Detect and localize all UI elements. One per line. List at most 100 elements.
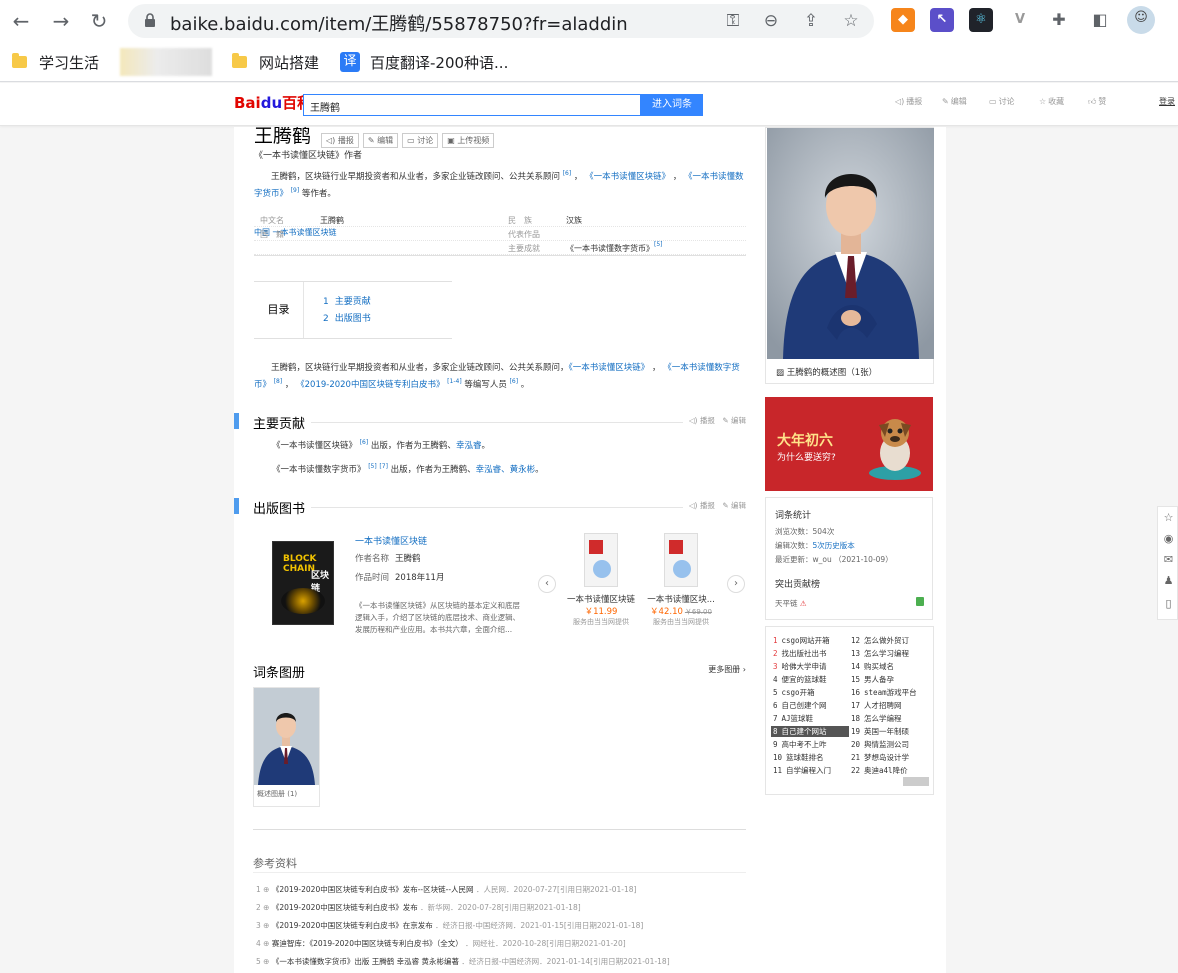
author-link-xing[interactable]: 幸泓睿 [456,441,482,451]
ref-item[interactable]: 1 ⊕ 《2019-2020中国区块链专利白皮书》发布--区块链--人民网 ．人… [256,884,636,895]
hot-item[interactable]: 21 梦想岛设计学 [851,752,909,763]
hot-item[interactable]: 5 csgo开箱 [773,687,815,698]
search-input[interactable]: 王腾鹤 [303,94,641,116]
bookmark-folder-website[interactable]: 网站搭建 [232,50,319,74]
hot-item[interactable]: 16 steam游戏平台 [851,687,917,698]
vue-extension-icon[interactable]: V [1008,8,1032,32]
search-button[interactable]: 进入词条 [641,94,703,116]
login-link[interactable]: 登录 [1159,96,1175,107]
subtitle: 《一本书读懂区块链》作者 [254,151,363,161]
extension-cursor-icon[interactable]: ↖ [930,8,954,32]
ref-item[interactable]: 3 ⊕ 《2019-2020中国区块链专利白皮书》在京发布 ．经济日报-中国经济… [256,920,643,931]
ref-item[interactable]: 4 ⊕ 赛迪智库：《2019-2020中国区块链专利白皮书》（全文） ．网经社．… [256,938,626,949]
album-card[interactable]: 概述图册 (1) [253,687,320,807]
history-link[interactable]: 5次历史版本 [813,541,855,550]
summary-link-blockchain[interactable]: 《一本书读懂区块链》 [585,172,670,182]
section-edit-button[interactable]: ✎ 编辑 [722,416,746,425]
carousel-prev-button[interactable]: ‹ [538,575,556,593]
hot-search-list: 1 csgo网站开箱 2 找出版社出书 3 哈佛大学申请 4 便宜的篮球鞋 5 csgo开… [765,626,934,795]
bookmark-star-icon[interactable]: ☆ [840,10,862,32]
hot-item[interactable]: 3 哈佛大学申请 [773,661,827,672]
title-discuss-button[interactable]: ▭ 讨论 [402,133,439,148]
title-upload-video-button[interactable]: ▣ 上传视频 [442,133,495,148]
hot-item[interactable]: 15 男人备孕 [851,674,894,685]
key-icon[interactable]: ⚿ [722,10,744,32]
section-play-button[interactable]: ◁) 播报 [689,501,715,510]
address-bar[interactable]: baike.baidu.com/item/王腾鹤/55878750?fr=ala… [128,4,874,38]
hot-item[interactable]: 9 高中考不上咋 [773,739,827,750]
blurred-bookmark[interactable] [120,48,212,76]
hot-item[interactable]: 10 篮球鞋排名 [773,752,824,763]
carousel-next-button[interactable]: › [727,575,745,593]
section-edit-button[interactable]: ✎ 编辑 [722,501,746,510]
album-more-link[interactable]: 更多图册 › [708,664,746,675]
wechat-icon[interactable]: ✉ [1162,553,1175,566]
profile-avatar[interactable]: ☺ [1127,6,1155,34]
extensions-puzzle-icon[interactable]: ✚ [1047,8,1071,32]
album-photo [254,688,319,785]
hot-item[interactable]: 20 舆情监测公司 [851,739,909,750]
ad-banner[interactable]: 大年初六 为什么要送穷? [765,397,933,491]
play-action[interactable]: ◁) 播报 [895,96,922,107]
hot-item[interactable]: 4 便宜的篮球鞋 [773,674,827,685]
summary-photo-card[interactable]: ▨ 王腾鹤的概述图（1张） [765,127,934,384]
section-play-button[interactable]: ◁) 播报 [689,416,715,425]
browser-toolbar: ← → ↻ baike.baidu.com/item/王腾鹤/55878750?… [0,0,1178,42]
refs-title: 参考资料 [253,857,297,870]
toc-item-contributions[interactable]: 1 主要贡献 [323,294,371,307]
gallery-icon: ▨ [776,368,785,378]
favorite-action[interactable]: ☆ 收藏 [1039,96,1064,107]
bookmark-folder-study[interactable]: 学习生活 [12,50,99,74]
book-title-link[interactable]: 一本书读懂区块链 [355,534,427,547]
title-edit-button[interactable]: ✎ 编辑 [362,133,399,148]
hot-item[interactable]: 6 自己创建个网 [773,700,827,711]
mobile-icon[interactable]: ▯ [1162,597,1175,610]
weibo-icon[interactable]: ◉ [1162,532,1175,545]
discuss-action[interactable]: ▭ 讨论 [989,96,1015,107]
hot-item[interactable]: 19 英国一年制硕 [851,726,909,737]
forward-icon[interactable]: → [48,8,74,34]
author-link-xing-huang[interactable]: 幸泓睿、黄永彬 [476,465,536,475]
edit-action[interactable]: ✎ 编辑 [942,96,967,107]
share-icon[interactable]: ⇪ [800,10,822,32]
hot-item[interactable]: 11 自学编程入门 [773,765,831,776]
metamask-icon[interactable]: ◆ [891,8,915,32]
url-text: baike.baidu.com/item/王腾鹤/55878750?fr=ala… [170,14,628,35]
hot-item[interactable]: 7 AJ篮球鞋 [773,713,813,724]
hot-item[interactable]: 17 人才招聘网 [851,700,902,711]
book-cover[interactable]: BLOCK CHAIN 区块链 [272,541,334,625]
reload-icon[interactable]: ↻ [86,8,112,34]
ref-item[interactable]: 2 ⊕ 《2019-2020中国区块链专利白皮书》发布 ．新华网．2020-07… [256,902,581,913]
baidu-baike-logo[interactable]: Baidu百科 [234,92,312,113]
hot-item[interactable]: 14 购买域名 [851,661,894,672]
hot-item[interactable]: 18 怎么学编程 [851,713,902,724]
product-card[interactable]: 一本书读懂区块... ￥42.10 ￥69.00 服务由当当网提供 [644,533,718,627]
toc-item-books[interactable]: 2 出版图书 [323,311,371,324]
zoom-icon[interactable]: ⊖ [760,10,782,32]
contributor-row[interactable]: 天平链 ⚠ [775,598,807,609]
title-play-button[interactable]: ◁) 播报 [321,133,359,148]
hot-item[interactable]: 1 csgo网站开箱 [773,635,830,646]
hot-item[interactable]: 12 怎么做外贸订 [851,635,909,646]
contrib-line-2: 《一本书读懂数字货币》 [5] [7] 出版，作者为王腾鹤、幸泓睿、黄永彬。 [272,463,544,475]
react-devtools-icon[interactable]: ⚛ [969,8,993,32]
hot-item[interactable]: 22 奥迪a4l降价 [851,765,908,776]
product-card[interactable]: 一本书读懂区块链 ￥11.99 服务由当当网提供 [564,533,638,627]
star-icon[interactable]: ☆ [1162,511,1175,524]
hot-item[interactable]: 13 怎么学习编程 [851,648,909,659]
back-icon[interactable]: ← [8,8,34,34]
like-action[interactable]: 👍︎ 赞 [1088,96,1106,107]
intro-link-blockchain[interactable]: 《一本书读懂区块链》 [569,363,650,373]
qq-icon[interactable]: ♟ [1162,574,1175,587]
baike-header: Baidu百科 王腾鹤 进入词条 ◁) 播报 ✎ 编辑 ▭ 讨论 ☆ 收藏 👍︎ 赞 登录 [0,83,1178,126]
person-photo [767,128,934,359]
album-caption: 概述图册 (1) [257,790,298,798]
hot-item[interactable]: 2 找出版社出书 [773,648,827,659]
intro-link-whitepaper[interactable]: 《2019-2020中国区块链专利白皮书》 [296,380,444,390]
ref-item[interactable]: 5 ⊕ 《一本书读懂数字货币》出版 王腾鹤 幸泓睿 黄永彬编著 ．经济日报-中国… [256,956,670,967]
table-of-contents: 目录 1 主要贡献 2 出版图书 [254,281,452,339]
side-panel-icon[interactable]: ◧ [1088,8,1112,32]
hot-item-selected[interactable]: 8 自己建个网站 [771,726,849,737]
bookmark-baidu-translate[interactable]: 译百度翻译-200种语... [340,50,508,74]
book-author: 作者名称 王腾鹤 [355,554,421,564]
